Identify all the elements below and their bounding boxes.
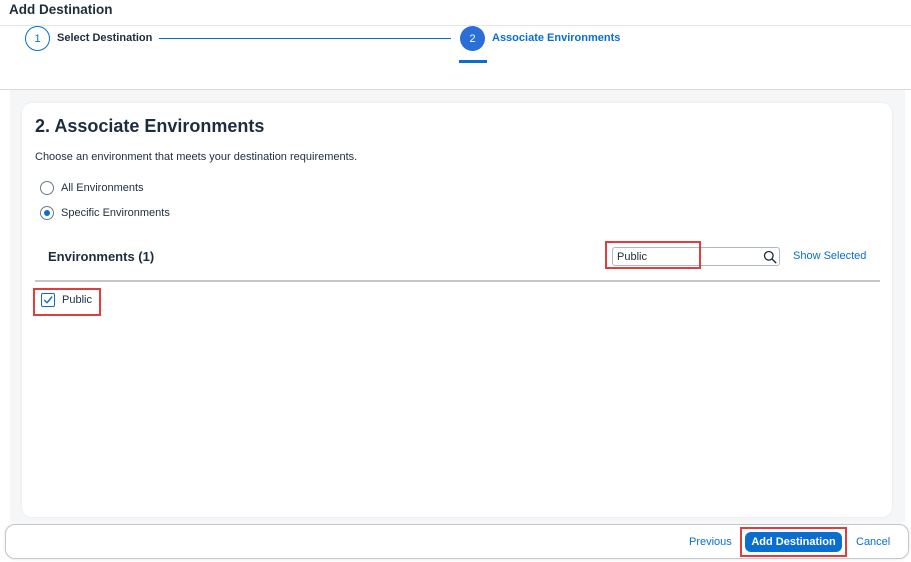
step-1-label[interactable]: Select Destination xyxy=(57,32,152,44)
search-icon[interactable] xyxy=(763,250,777,264)
step-1-indicator[interactable]: 1 xyxy=(25,26,50,51)
checkbox-highlight-box xyxy=(33,288,101,316)
radio-label: Specific Environments xyxy=(61,207,170,219)
add-button-highlight-box xyxy=(740,527,847,557)
environments-table-title: Environments (1) xyxy=(48,249,155,264)
environments-card xyxy=(22,103,892,517)
search-highlight-box xyxy=(605,241,701,269)
radio-specific-environments[interactable]: Specific Environments xyxy=(40,206,170,220)
dialog-header: Add Destination xyxy=(0,0,911,26)
radio-button-selected[interactable] xyxy=(40,206,54,220)
previous-button[interactable]: Previous xyxy=(689,536,732,548)
active-step-underline xyxy=(459,60,487,63)
show-selected-link[interactable]: Show Selected xyxy=(793,250,866,262)
section-description: Choose an environment that meets your de… xyxy=(35,151,358,163)
cancel-button[interactable]: Cancel xyxy=(856,536,890,548)
radio-button[interactable] xyxy=(40,181,54,195)
table-header-divider xyxy=(35,280,880,282)
step-connector-line xyxy=(159,38,451,39)
step-2-indicator[interactable]: 2 xyxy=(460,26,485,51)
radio-all-environments[interactable]: All Environments xyxy=(40,181,144,195)
radio-label: All Environments xyxy=(61,182,144,194)
section-title: 2. Associate Environments xyxy=(35,116,265,136)
dialog-title: Add Destination xyxy=(9,2,113,17)
step-2-label[interactable]: Associate Environments xyxy=(492,32,620,44)
